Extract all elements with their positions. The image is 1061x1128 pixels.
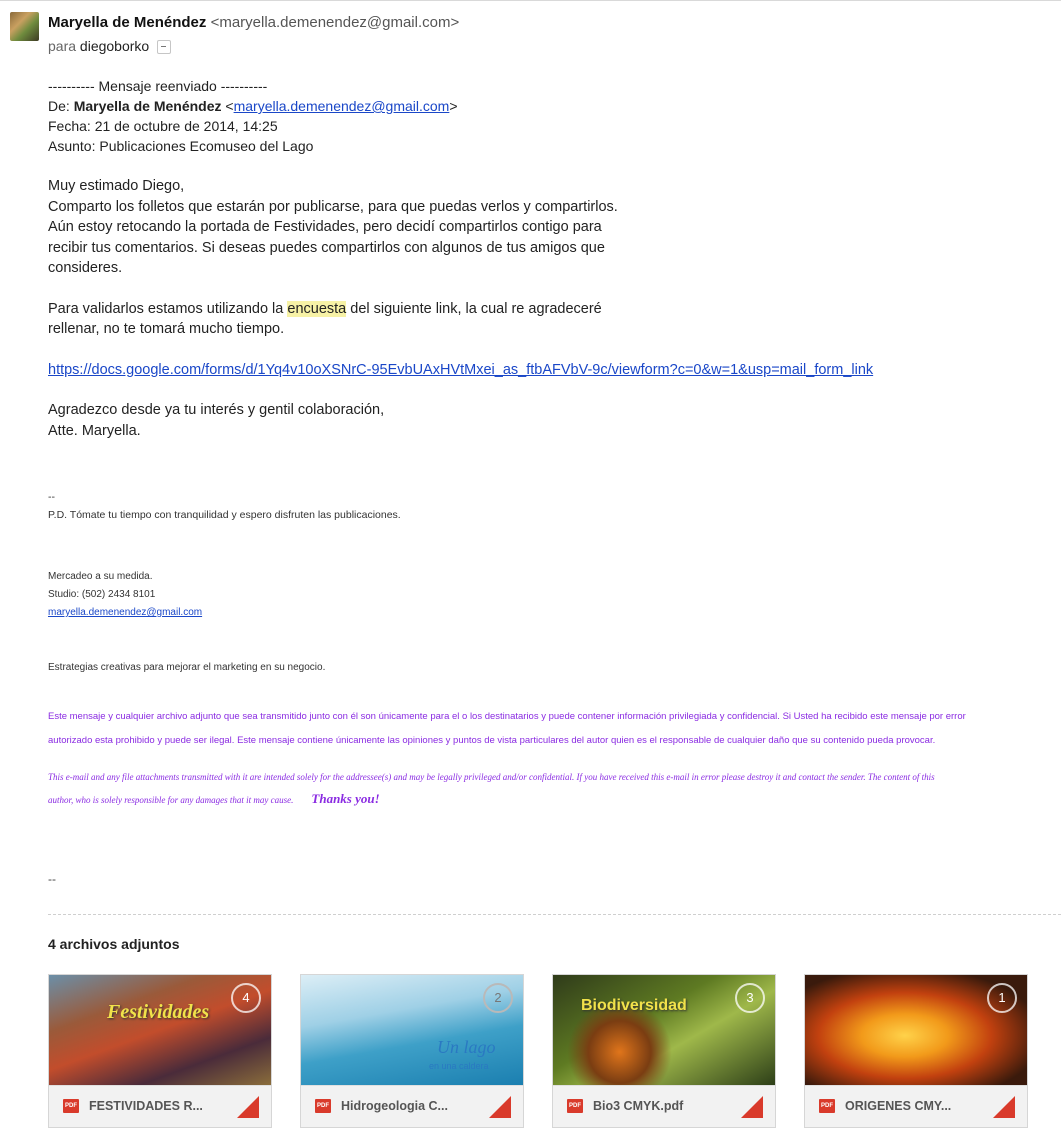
forwarded-header: ---------- Mensaje reenviado ---------- … <box>48 76 458 156</box>
attachment-card[interactable]: 1 PDF ORIGENES CMY... <box>804 974 1028 1128</box>
forwarded-banner: ---------- Mensaje reenviado ---------- <box>48 78 268 94</box>
disclaimer-english: This e-mail and any file attachments tra… <box>48 772 935 806</box>
body-paragraph-link: https://docs.google.com/forms/d/1Yq4v10o… <box>48 360 1048 381</box>
signature-line-2: Studio: (502) 2434 8101 <box>48 589 156 600</box>
pdf-icon: PDF <box>819 1099 835 1113</box>
signature-block: Mercadeo a su medida. Studio: (502) 2434… <box>48 568 202 622</box>
page-count-badge: 3 <box>735 983 765 1013</box>
signature-line-1: Mercadeo a su medida. <box>48 571 153 582</box>
thumbnail-title: Un lago <box>437 1037 496 1057</box>
attachment-card[interactable]: Biodiversidad 3 PDF Bio3 CMYK.pdf <box>552 974 776 1128</box>
attachment-card[interactable]: Un lago en una caldera 2 PDF Hidrogeolog… <box>300 974 524 1128</box>
pdf-icon: PDF <box>315 1099 331 1113</box>
pdf-icon: PDF <box>567 1099 583 1113</box>
download-corner-icon[interactable] <box>741 1096 763 1118</box>
attachment-thumbnail[interactable]: 1 <box>805 975 1027 1085</box>
attachments-title: 4 archivos adjuntos <box>48 936 180 952</box>
attachment-thumbnail[interactable]: Festividades 4 <box>49 975 271 1085</box>
attachment-thumbnail[interactable]: Biodiversidad 3 <box>553 975 775 1085</box>
forwarded-from: De: Maryella de Menéndez <maryella.demen… <box>48 98 458 114</box>
page-count-badge: 4 <box>231 983 261 1013</box>
thumbnail-title: Festividades <box>107 1001 210 1023</box>
top-divider <box>0 0 1061 1</box>
attachment-filename: FESTIVIDADES R... <box>89 1099 203 1113</box>
signature-dash: -- <box>48 491 55 503</box>
message-body: Muy estimado Diego, Comparto los folleto… <box>48 176 1048 461</box>
sender-email: <maryella.demenendez@gmail.com> <box>210 14 460 31</box>
page-count-badge: 2 <box>483 983 513 1013</box>
disclaimer-spanish: Este mensaje y cualquier archivo adjunto… <box>48 711 966 746</box>
attachment-filename: Bio3 CMYK.pdf <box>593 1099 684 1113</box>
thumbnail-title: Biodiversidad <box>581 997 687 1014</box>
highlighted-word: encuesta <box>287 300 347 317</box>
pdf-icon: PDF <box>63 1099 79 1113</box>
details-dropdown-icon[interactable] <box>157 40 172 55</box>
sender-avatar[interactable] <box>10 12 39 41</box>
attachment-filename: Hidrogeologia C... <box>341 1099 448 1113</box>
attachments-divider <box>48 914 1061 915</box>
signature-dash-2: -- <box>48 872 56 886</box>
forwarded-date: Fecha: 21 de octubre de 2014, 14:25 <box>48 118 278 134</box>
attachment-card[interactable]: Festividades 4 PDF FESTIVIDADES R... <box>48 974 272 1128</box>
forwarded-subject: Asunto: Publicaciones Ecomuseo del Lago <box>48 138 314 154</box>
download-corner-icon[interactable] <box>993 1096 1015 1118</box>
body-closing: Agradezco desde ya tu interés y gentil c… <box>48 402 385 439</box>
download-corner-icon[interactable] <box>489 1096 511 1118</box>
body-paragraph-1: Muy estimado Diego, Comparto los folleto… <box>48 178 618 276</box>
recipient-name: diegoborko <box>79 38 150 54</box>
forwarded-from-name: Maryella de Menéndez <box>73 98 222 114</box>
attachment-thumbnail[interactable]: Un lago en una caldera 2 <box>301 975 523 1085</box>
signature-pd: P.D. Tómate tu tiempo con tranquilidad y… <box>48 509 401 521</box>
recipient-prefix: para <box>48 38 77 54</box>
signature-strategy: Estrategias creativas para mejorar el ma… <box>48 662 326 673</box>
signature-intro: -- P.D. Tómate tu tiempo con tranquilida… <box>48 488 401 524</box>
attachment-filename: ORIGENES CMY... <box>845 1099 952 1113</box>
download-corner-icon[interactable] <box>237 1096 259 1118</box>
signature-email-link[interactable]: maryella.demenendez@gmail.com <box>48 607 202 618</box>
thanks-text: Thanks you! <box>311 791 380 806</box>
body-paragraph-2: Para validarlos estamos utilizando la en… <box>48 300 602 337</box>
sender-name[interactable]: Maryella de Menéndez <box>48 14 206 31</box>
recipient-line: para diegoborko <box>48 38 172 55</box>
thumbnail-subtitle: en una caldera <box>429 1061 489 1071</box>
form-link[interactable]: https://docs.google.com/forms/d/1Yq4v10o… <box>48 362 873 378</box>
greeting: Muy estimado Diego, <box>48 178 185 194</box>
forwarded-from-email-link[interactable]: maryella.demenendez@gmail.com <box>234 98 450 114</box>
sender-line: Maryella de Menéndez <maryella.demenende… <box>48 14 459 31</box>
page-count-badge: 1 <box>987 983 1017 1013</box>
